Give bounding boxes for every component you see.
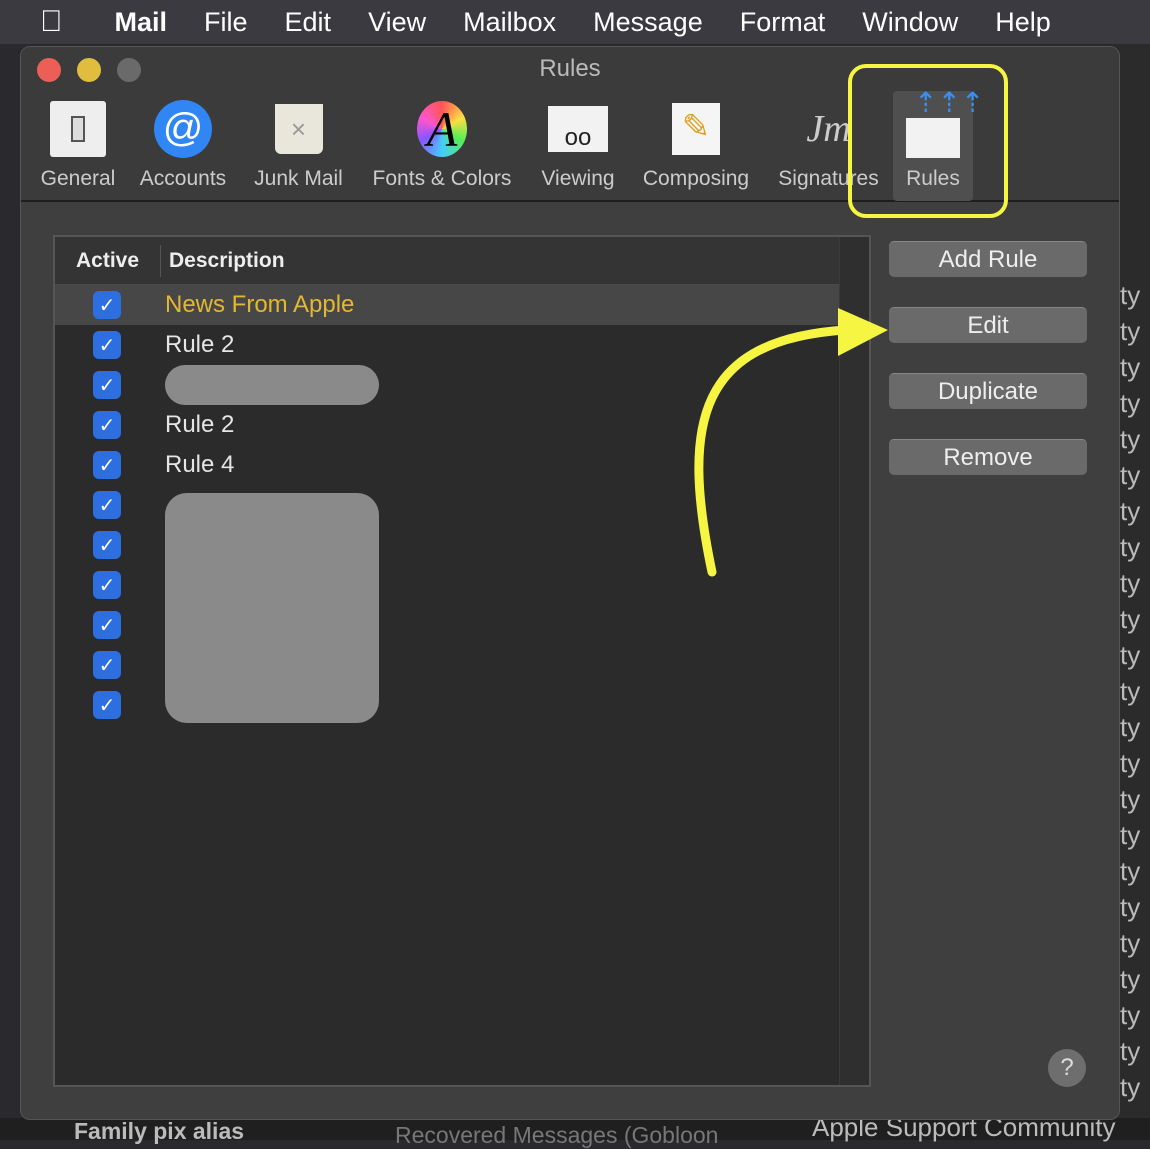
highlight-box [848,64,1008,218]
annotation-overlay [694,64,1008,577]
arrow-head-icon [838,308,888,356]
annotation-arrow [694,325,850,577]
